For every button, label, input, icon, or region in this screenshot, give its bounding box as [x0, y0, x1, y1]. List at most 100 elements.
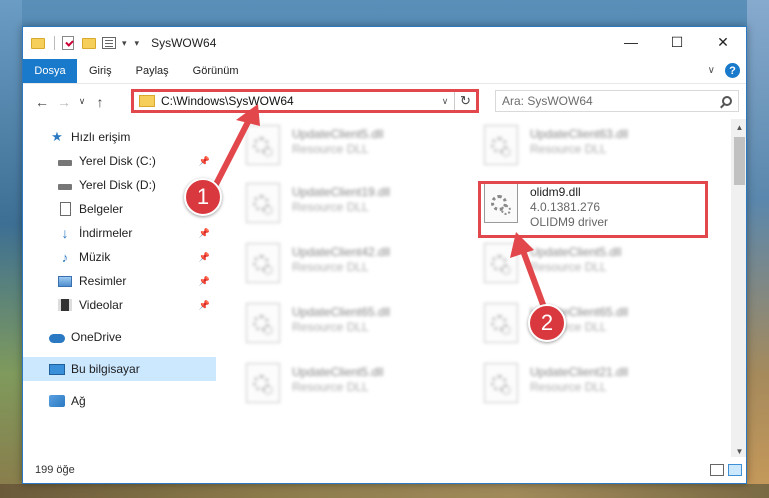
folder-icon	[139, 95, 155, 107]
help-icon[interactable]: ?	[725, 63, 740, 78]
file-item[interactable]: UpdateClient63.dll Resource DLL	[484, 125, 714, 177]
sidebar-item-label: Videolar	[79, 298, 123, 312]
address-path[interactable]: C:\Windows\SysWOW64	[161, 94, 436, 108]
address-bar[interactable]: C:\Windows\SysWOW64 ∨ ↻	[131, 89, 479, 113]
minimize-button[interactable]: —	[608, 27, 654, 57]
sidebar-item-label: OneDrive	[71, 330, 122, 344]
dll-file-icon	[246, 303, 280, 343]
dll-file-icon	[246, 363, 280, 403]
disk-icon	[57, 177, 73, 193]
vertical-scrollbar[interactable]: ▲ ▼	[731, 119, 746, 459]
window-title: SysWOW64	[151, 36, 217, 50]
expand-ribbon-chevron-icon[interactable]: ∨	[708, 65, 715, 76]
file-item[interactable]: UpdateClient5.dll Resource DLL	[246, 125, 476, 177]
cloud-icon	[49, 329, 65, 345]
sidebar-item-music[interactable]: ♪ Müzik 📌	[23, 245, 216, 269]
folder-icon	[31, 35, 47, 51]
computer-icon	[49, 361, 65, 377]
details-view-icon[interactable]	[710, 464, 724, 476]
download-icon: ↓	[61, 225, 69, 241]
file-list: UpdateClient5.dll Resource DLL UpdateCli…	[216, 119, 746, 459]
search-box[interactable]: Ara: SysWOW64	[495, 90, 739, 112]
item-count: 199 öğe	[35, 464, 75, 476]
file-explorer-window: ▾ ▾ SysWOW64 — ☐ ✕ Dosya Giriş Paylaş Gö…	[22, 26, 747, 484]
refresh-icon[interactable]: ↻	[454, 92, 476, 110]
properties-check-icon[interactable]	[62, 35, 78, 51]
file-details: UpdateClient65.dll Resource DLL	[292, 303, 390, 334]
star-icon: ★	[51, 129, 63, 144]
pin-icon[interactable]: 📌	[199, 300, 210, 311]
address-dropdown-icon[interactable]: ∨	[436, 96, 454, 107]
dll-file-icon	[484, 125, 518, 165]
scroll-thumb[interactable]	[734, 137, 745, 185]
up-button[interactable]: ↑	[89, 89, 111, 115]
file-name: UpdateClient63.dll	[530, 127, 629, 141]
file-name: UpdateClient65.dll	[292, 305, 391, 319]
recent-locations-button[interactable]: ∨	[75, 89, 89, 115]
main-content: ★ Hızlı erişim Yerel Disk (C:) 📌 Yerel D…	[23, 119, 746, 459]
file-name: UpdateClient21.dll	[530, 365, 629, 379]
file-item[interactable]: UpdateClient5.dll Resource DLL	[484, 243, 714, 295]
file-description: Resource DLL	[292, 260, 369, 274]
sidebar-item-this-pc[interactable]: Bu bilgisayar	[23, 357, 216, 381]
tab-share[interactable]: Paylaş	[124, 59, 181, 83]
file-item[interactable]: UpdateClient65.dll Resource DLL	[246, 303, 476, 355]
dll-file-icon	[484, 303, 518, 343]
sidebar-item-pictures[interactable]: Resimler 📌	[23, 269, 216, 293]
sidebar-item-label: Ağ	[71, 394, 86, 408]
file-item[interactable]: UpdateClient19.dll Resource DLL	[246, 183, 476, 235]
new-folder-icon[interactable]	[82, 35, 98, 51]
file-description: Resource DLL	[292, 320, 369, 334]
sidebar-item-label: Yerel Disk (D:)	[79, 178, 156, 192]
sidebar-item-label: Bu bilgisayar	[71, 362, 140, 376]
sidebar-item-videos[interactable]: Videolar 📌	[23, 293, 216, 317]
forward-button[interactable]: →	[53, 89, 75, 115]
pin-icon[interactable]: 📌	[199, 228, 210, 239]
sidebar-item-quick-access[interactable]: ★ Hızlı erişim	[23, 125, 216, 149]
file-details: UpdateClient5.dll Resource DLL	[530, 243, 621, 274]
file-description: Resource DLL	[530, 380, 607, 394]
sidebar-item-onedrive[interactable]: OneDrive	[23, 325, 216, 349]
search-input[interactable]: Ara: SysWOW64	[502, 94, 722, 108]
qat-dropdown-icon[interactable]: ▾	[135, 38, 140, 49]
customize-toolbar-chevron-icon[interactable]: ▾	[122, 38, 127, 49]
pin-icon[interactable]: 📌	[199, 252, 210, 263]
sidebar-item-label: Hızlı erişim	[71, 130, 131, 144]
videos-icon	[57, 297, 73, 313]
desktop-background-left	[0, 0, 22, 498]
file-item[interactable]: UpdateClient65.dll Resource DLL	[484, 303, 714, 355]
sidebar-item-downloads[interactable]: ↓ İndirmeler 📌	[23, 221, 216, 245]
tab-home[interactable]: Giriş	[77, 59, 124, 83]
tiles-view-icon[interactable]	[728, 464, 742, 476]
tab-file[interactable]: Dosya	[23, 59, 77, 83]
tab-view[interactable]: Görünüm	[181, 59, 251, 83]
sidebar-item-network[interactable]: Ağ	[23, 389, 216, 413]
file-item[interactable]: UpdateClient5.dll Resource DLL	[246, 363, 476, 415]
search-icon[interactable]	[722, 96, 732, 106]
step-badge-1: 1	[184, 178, 222, 216]
file-details: UpdateClient21.dll Resource DLL	[530, 363, 628, 394]
step-badge-2: 2	[528, 304, 566, 342]
network-icon	[49, 393, 65, 409]
desktop-background-bottom	[0, 484, 769, 498]
quick-access-toolbar: ▾ ▾	[23, 35, 139, 51]
dll-file-icon	[246, 183, 280, 223]
file-item[interactable]: UpdateClient21.dll Resource DLL	[484, 363, 714, 415]
sidebar-item-local-disk-c[interactable]: Yerel Disk (C:) 📌	[23, 149, 216, 173]
file-item[interactable]: UpdateClient42.dll Resource DLL	[246, 243, 476, 295]
sidebar-item-label: Belgeler	[79, 202, 124, 216]
sidebar-item-label: Resimler	[79, 274, 127, 288]
back-button[interactable]: ←	[31, 89, 53, 115]
scroll-up-icon[interactable]: ▲	[731, 119, 746, 135]
properties-icon[interactable]	[102, 35, 118, 51]
pin-icon[interactable]: 📌	[199, 156, 210, 167]
file-name: UpdateClient5.dll	[292, 365, 384, 379]
close-button[interactable]: ✕	[700, 27, 746, 57]
title-bar: ▾ ▾ SysWOW64 — ☐ ✕	[23, 27, 746, 59]
pin-icon[interactable]: 📌	[199, 276, 210, 287]
dll-file-icon	[246, 125, 280, 165]
maximize-button[interactable]: ☐	[654, 27, 700, 57]
